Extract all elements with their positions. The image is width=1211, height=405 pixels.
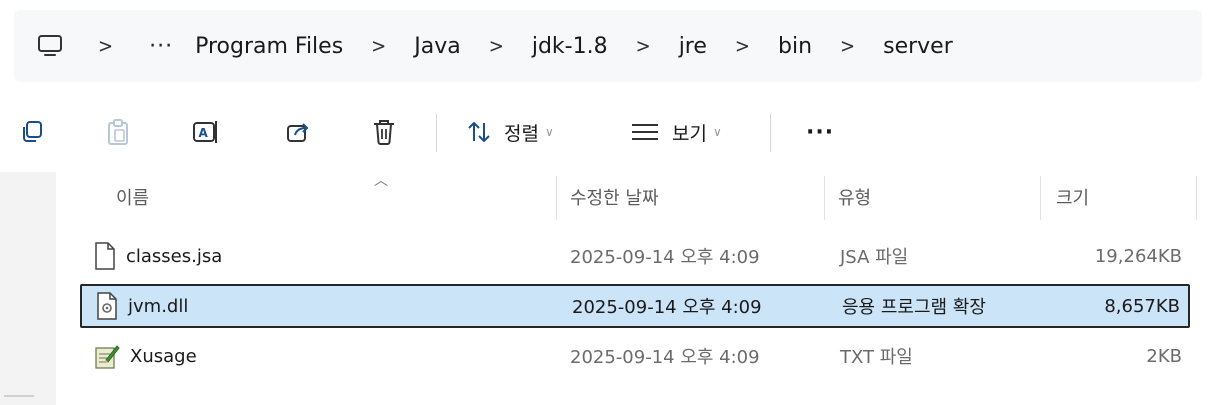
breadcrumb-item-program-files[interactable]: Program Files [195,34,343,59]
file-date: 2025-09-14 오후 4:09 [572,297,762,318]
column-header-date[interactable]: 수정한 날짜 [570,172,659,222]
sort-ascending-icon: ︿ [374,173,388,189]
sort-label: 정렬 [504,122,539,145]
paste-icon[interactable] [102,116,134,148]
column-header-type[interactable]: 유형 [838,172,871,222]
file-type: TXT 파일 [840,347,913,368]
column-header-size[interactable]: 크기 [1056,172,1089,222]
breadcrumb-separator[interactable]: > [489,34,504,57]
file-size: 2KB [1146,345,1182,367]
computer-icon[interactable] [36,34,64,58]
breadcrumb-item-server[interactable]: server [883,34,953,59]
column-divider[interactable] [824,176,825,220]
file-size: 19,264KB [1094,245,1182,267]
file-list: ︿ 이름 수정한 날짜 유형 크기 classes.jsa 2025-09-14… [0,172,1211,405]
column-divider[interactable] [556,176,557,220]
nav-item-stub [4,395,34,397]
file-date: 2025-09-14 오후 4:09 [570,347,760,368]
breadcrumb-item-bin[interactable]: bin [778,34,812,59]
breadcrumb-separator[interactable]: > [735,34,750,57]
breadcrumb-overflow[interactable]: ··· [149,34,173,59]
breadcrumb-separator[interactable]: > [636,34,651,57]
file-name: classes.jsa [126,245,223,267]
navigation-pane [0,172,56,405]
file-type: 응용 프로그램 확장 [842,297,986,318]
delete-icon[interactable] [368,116,400,148]
address-bar[interactable]: > ··· Program Files > Java > jdk-1.8 > j… [14,10,1202,82]
sort-icon [466,119,492,145]
view-button[interactable]: 보기 ∨ [630,114,722,150]
file-row-classes-jsa[interactable]: classes.jsa 2025-09-14 오후 4:09 JSA 파일 19… [80,234,1190,278]
breadcrumb-item-jdk[interactable]: jdk-1.8 [532,34,608,59]
toolbar-divider [436,114,437,152]
file-row-xusage[interactable]: Xusage 2025-09-14 오후 4:09 TXT 파일 2KB [80,334,1190,378]
breadcrumb-item-jre[interactable]: jre [679,34,707,59]
file-date: 2025-09-14 오후 4:09 [570,247,760,268]
toolbar-divider [770,114,771,152]
file-name: Xusage [130,345,197,367]
svg-text:A: A [199,126,209,140]
file-icon [94,242,116,270]
chevron-down-icon: ∨ [544,125,554,139]
view-icon [630,121,660,143]
view-label: 보기 [672,122,707,145]
file-name: jvm.dll [128,295,189,317]
chevron-down-icon: ∨ [712,125,722,139]
share-icon[interactable] [282,116,314,148]
file-type: JSA 파일 [840,247,909,268]
text-file-icon [94,342,120,370]
sort-button[interactable]: 정렬 ∨ [466,114,554,150]
file-size: 8,657KB [1104,295,1180,317]
copy-icon[interactable] [16,116,48,148]
file-row-jvm-dll[interactable]: jvm.dll 2025-09-14 오후 4:09 응용 프로그램 확장 8,… [80,284,1190,328]
column-divider[interactable] [1040,176,1041,220]
breadcrumb-separator[interactable]: > [98,34,113,57]
rename-icon[interactable]: A [190,116,222,148]
breadcrumb-item-java[interactable]: Java [414,34,460,59]
command-bar: A 정렬 ∨ 보기 ∨ ··· [0,96,1211,168]
column-header-row: ︿ 이름 수정한 날짜 유형 크기 [56,172,1211,222]
dll-file-icon [96,292,118,320]
more-options-button[interactable]: ··· [806,114,834,150]
column-header-name[interactable]: 이름 [116,172,149,222]
column-divider[interactable] [1196,176,1197,220]
breadcrumb-separator[interactable]: > [371,34,386,57]
breadcrumb-separator[interactable]: > [840,34,855,57]
